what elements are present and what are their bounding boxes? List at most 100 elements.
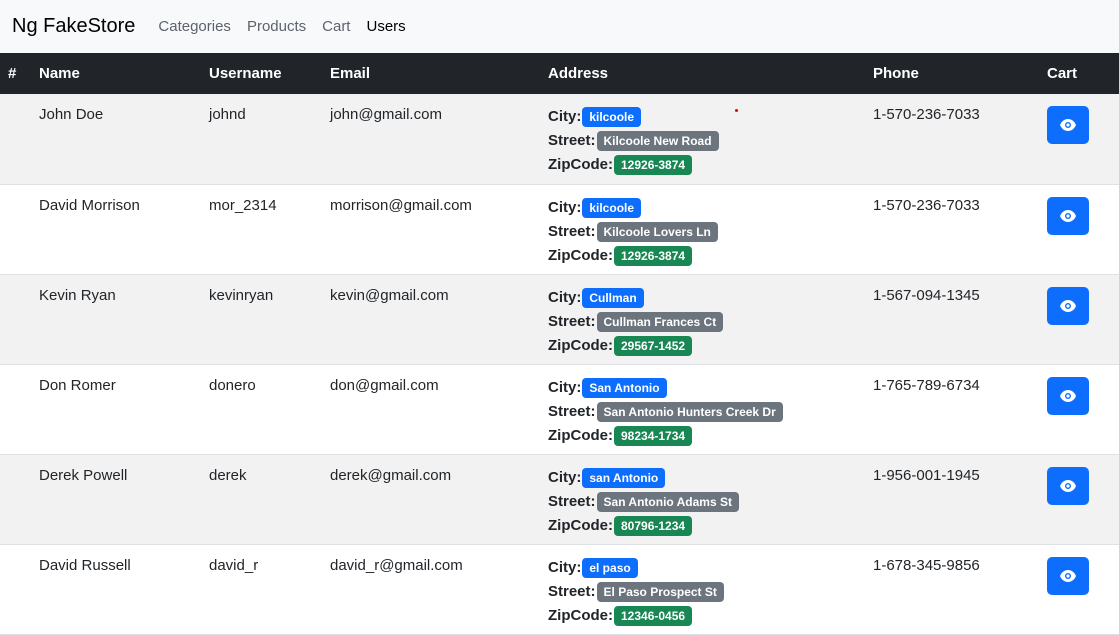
address-street-line: Street: Kilcoole New Road [548,129,857,153]
address-city-line: City: Cullman [548,286,857,310]
user-name: Kevin Ryan [31,274,201,365]
zipcode-badge: 29567-1452 [614,335,693,356]
zipcode-badge: 12926-3874 [614,155,693,175]
address-street-line: Street: El Paso Prospect St [548,580,857,604]
user-email: kevin@gmail.com [322,274,540,365]
street-label: Street: [548,312,596,330]
address-zip-line: ZipCode: 12926-3874 [548,153,857,177]
user-phone: 1-678-345-9856 [865,544,1039,635]
address-zip-line: ZipCode: 12346-0456 [548,604,857,628]
user-phone: 1-765-789-6734 [865,364,1039,455]
view-cart-button[interactable] [1047,196,1089,235]
user-name: David Morrison [31,184,201,275]
street-label: Street: [548,402,596,420]
address-zip-line: ZipCode: 80796-1234 [548,514,857,538]
user-name: Don Romer [31,364,201,455]
nav-link-products[interactable]: Products [247,18,306,35]
cart-cell [1039,364,1119,455]
user-username: kevinryan [201,274,322,365]
street-label: Street: [548,582,596,600]
cart-cell [1039,454,1119,545]
view-cart-button[interactable] [1047,376,1089,415]
user-address: City: kilcoole Street: Kilcoole Lovers L… [540,184,865,275]
user-address: City: kilcoole Street: Kilcoole New Road… [540,94,865,185]
cart-cell [1039,94,1119,185]
street-badge: El Paso Prospect St [596,581,724,602]
table-row: David Morrison mor_2314 morrison@gmail.c… [0,184,1119,275]
city-label: City: [548,108,582,125]
address-city-line: City: el paso [548,556,857,580]
zipcode-label: ZipCode: [548,606,613,624]
user-phone: 1-567-094-1345 [865,274,1039,365]
city-badge: Cullman [582,287,644,308]
zipcode-label: ZipCode: [548,336,613,354]
address-street-line: Street: Cullman Frances Ct [548,310,857,334]
user-username: derek [201,454,322,545]
address-zip-line: ZipCode: 98234-1734 [548,424,857,448]
street-label: Street: [548,492,596,510]
header-phone: Phone [865,53,1039,94]
view-cart-button[interactable] [1047,106,1089,144]
street-badge: Cullman Frances Ct [596,311,724,332]
nav-link-users[interactable]: Users [366,18,405,35]
zipcode-badge: 80796-1234 [614,515,693,536]
address-street-line: Street: Kilcoole Lovers Ln [548,220,857,244]
view-cart-button[interactable] [1047,556,1089,595]
eye-icon [1060,479,1076,492]
user-username: donero [201,364,322,455]
eye-icon [1060,389,1076,402]
street-badge: Kilcoole New Road [596,131,719,151]
user-email: don@gmail.com [322,364,540,455]
zipcode-label: ZipCode: [548,516,613,534]
zipcode-badge: 98234-1734 [614,425,693,446]
street-label: Street: [548,222,596,240]
zipcode-label: ZipCode: [548,156,613,173]
view-cart-button[interactable] [1047,466,1089,505]
red-dot-marker [735,109,738,112]
header-email: Email [322,53,540,94]
users-table: # Name Username Email Address Phone Cart… [0,53,1119,635]
address-street-line: Street: San Antonio Hunters Creek Dr [548,400,857,424]
cart-cell [1039,274,1119,365]
street-badge: San Antonio Hunters Creek Dr [596,401,783,422]
brand-logo-text[interactable]: Ng FakeStore [12,15,135,38]
nav-link-categories[interactable]: Categories [158,18,231,35]
row-index [0,544,31,635]
eye-icon [1060,299,1076,312]
city-badge: kilcoole [582,107,642,127]
header-address: Address [540,53,865,94]
city-label: City: [548,468,582,486]
street-badge: Kilcoole Lovers Ln [596,221,718,242]
user-email: derek@gmail.com [322,454,540,545]
user-username: david_r [201,544,322,635]
header-name: Name [31,53,201,94]
table-row: John Doe johnd john@gmail.com City: kilc… [0,94,1119,185]
eye-icon [1060,119,1076,131]
address-street-line: Street: San Antonio Adams St [548,490,857,514]
user-address: City: el paso Street: El Paso Prospect S… [540,544,865,635]
user-username: johnd [201,94,322,185]
city-badge: san Antonio [582,467,666,488]
city-badge: San Antonio [582,377,667,398]
header-index: # [0,53,31,94]
zipcode-badge: 12926-3874 [614,245,693,266]
user-email: morrison@gmail.com [322,184,540,275]
address-zip-line: ZipCode: 12926-3874 [548,244,857,268]
table-row: Don Romer donero don@gmail.com City: San… [0,364,1119,455]
address-city-line: City: San Antonio [548,376,857,400]
user-email: david_r@gmail.com [322,544,540,635]
user-name: David Russell [31,544,201,635]
user-email: john@gmail.com [322,94,540,185]
table-row: Derek Powell derek derek@gmail.com City:… [0,454,1119,545]
header-cart: Cart [1039,53,1119,94]
street-label: Street: [548,132,596,149]
user-address: City: San Antonio Street: San Antonio Hu… [540,364,865,455]
row-index [0,184,31,275]
row-index [0,274,31,365]
row-index [0,94,31,185]
city-label: City: [548,198,582,216]
nav-link-cart[interactable]: Cart [322,18,350,35]
view-cart-button[interactable] [1047,286,1089,325]
user-phone: 1-570-236-7033 [865,94,1039,185]
table-header-row: # Name Username Email Address Phone Cart [0,53,1119,94]
